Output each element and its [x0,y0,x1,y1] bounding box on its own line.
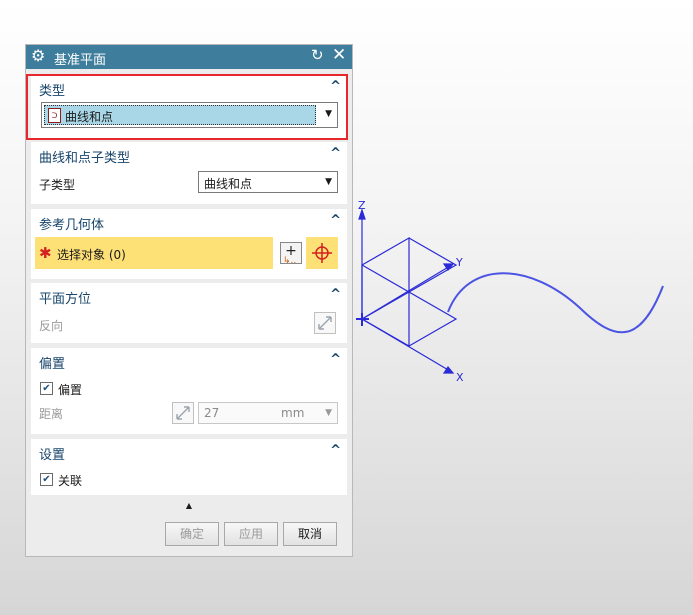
section-orientation: 平面方位 ^ 反向 [31,283,347,343]
triangle-up-icon: ▲ [185,501,193,510]
select-object-row[interactable]: ✱ 选择对象 (0) [35,237,273,269]
select-object-label: 选择对象 (0) [57,248,126,262]
dialog-titlebar[interactable]: ⚙ 基准平面 ↻ ✕ [26,45,352,69]
datum-csys [356,208,458,374]
distance-label: 距离 [39,407,64,421]
x-axis [361,318,451,372]
section-reference-title: 参考几何体 [39,218,105,233]
spline-curve[interactable] [447,272,664,334]
chevron-up-icon[interactable]: ^ [330,443,341,458]
y-axis [361,265,451,320]
section-settings-title: 设置 [39,448,66,463]
section-reference: 参考几何体 ^ ✱ 选择对象 (0) + ↳.. [31,209,347,279]
z-axis-label: Z [358,199,366,212]
chevron-up-icon[interactable]: ^ [330,287,341,302]
section-orientation-title: 平面方位 [39,292,92,307]
cancel-button[interactable]: 取消 [283,522,337,546]
y-axis-label: Y [455,256,463,269]
reset-icon[interactable]: ↻ [311,46,324,64]
apply-button[interactable]: 应用 [224,522,278,546]
dropdown-arrow-icon: ▼ [325,177,332,187]
close-icon[interactable]: ✕ [332,45,346,65]
section-subtype-title: 曲线和点子类型 [39,151,131,166]
subtype-label: 子类型 [39,178,76,192]
section-settings: 设置 ^ ✔ 关联 [31,439,347,495]
section-subtype: 曲线和点子类型 ^ 子类型 曲线和点 ▼ [31,142,347,204]
datum-plane-edges [361,236,410,348]
chevron-up-icon[interactable]: ^ [330,146,341,161]
subtype-dropdown[interactable]: 曲线和点 ▼ [198,171,338,193]
offset-checkbox-label: 偏置 [58,383,83,397]
chevron-up-icon[interactable]: ^ [330,213,341,228]
chevron-up-icon[interactable]: ^ [330,352,341,367]
add-point-icon[interactable]: + ↳.. [280,242,302,266]
type-section-highlight [26,74,348,140]
distance-field[interactable]: 27 mm ▼ [198,402,338,424]
distance-value: 27 [204,406,220,420]
gear-icon: ⚙ [31,46,46,65]
reverse-label: 反向 [39,319,64,333]
required-mark: ✱ [39,244,52,262]
associative-label: 关联 [58,474,83,488]
subtype-selected-label: 曲线和点 [204,177,253,191]
dropdown-arrow-icon: ▼ [325,408,332,418]
distance-unit: mm [281,406,305,420]
section-offset-title: 偏置 [39,357,66,372]
more-options-toggle[interactable]: ▲ [31,500,347,512]
reverse-arrows-icon[interactable] [314,312,336,334]
x-axis-label: X [456,371,464,384]
origin-cross [356,313,369,326]
offset-checkbox[interactable]: ✔ [40,382,53,395]
dialog-title: 基准平面 [54,53,107,68]
ok-button[interactable]: 确定 [165,522,219,546]
associative-checkbox[interactable]: ✔ [40,473,53,486]
section-offset: 偏置 ^ ✔ 偏置 距离 27 mm ▼ [31,348,347,434]
crosshair-icon[interactable] [306,237,338,269]
distance-reverse-icon[interactable] [172,402,194,424]
